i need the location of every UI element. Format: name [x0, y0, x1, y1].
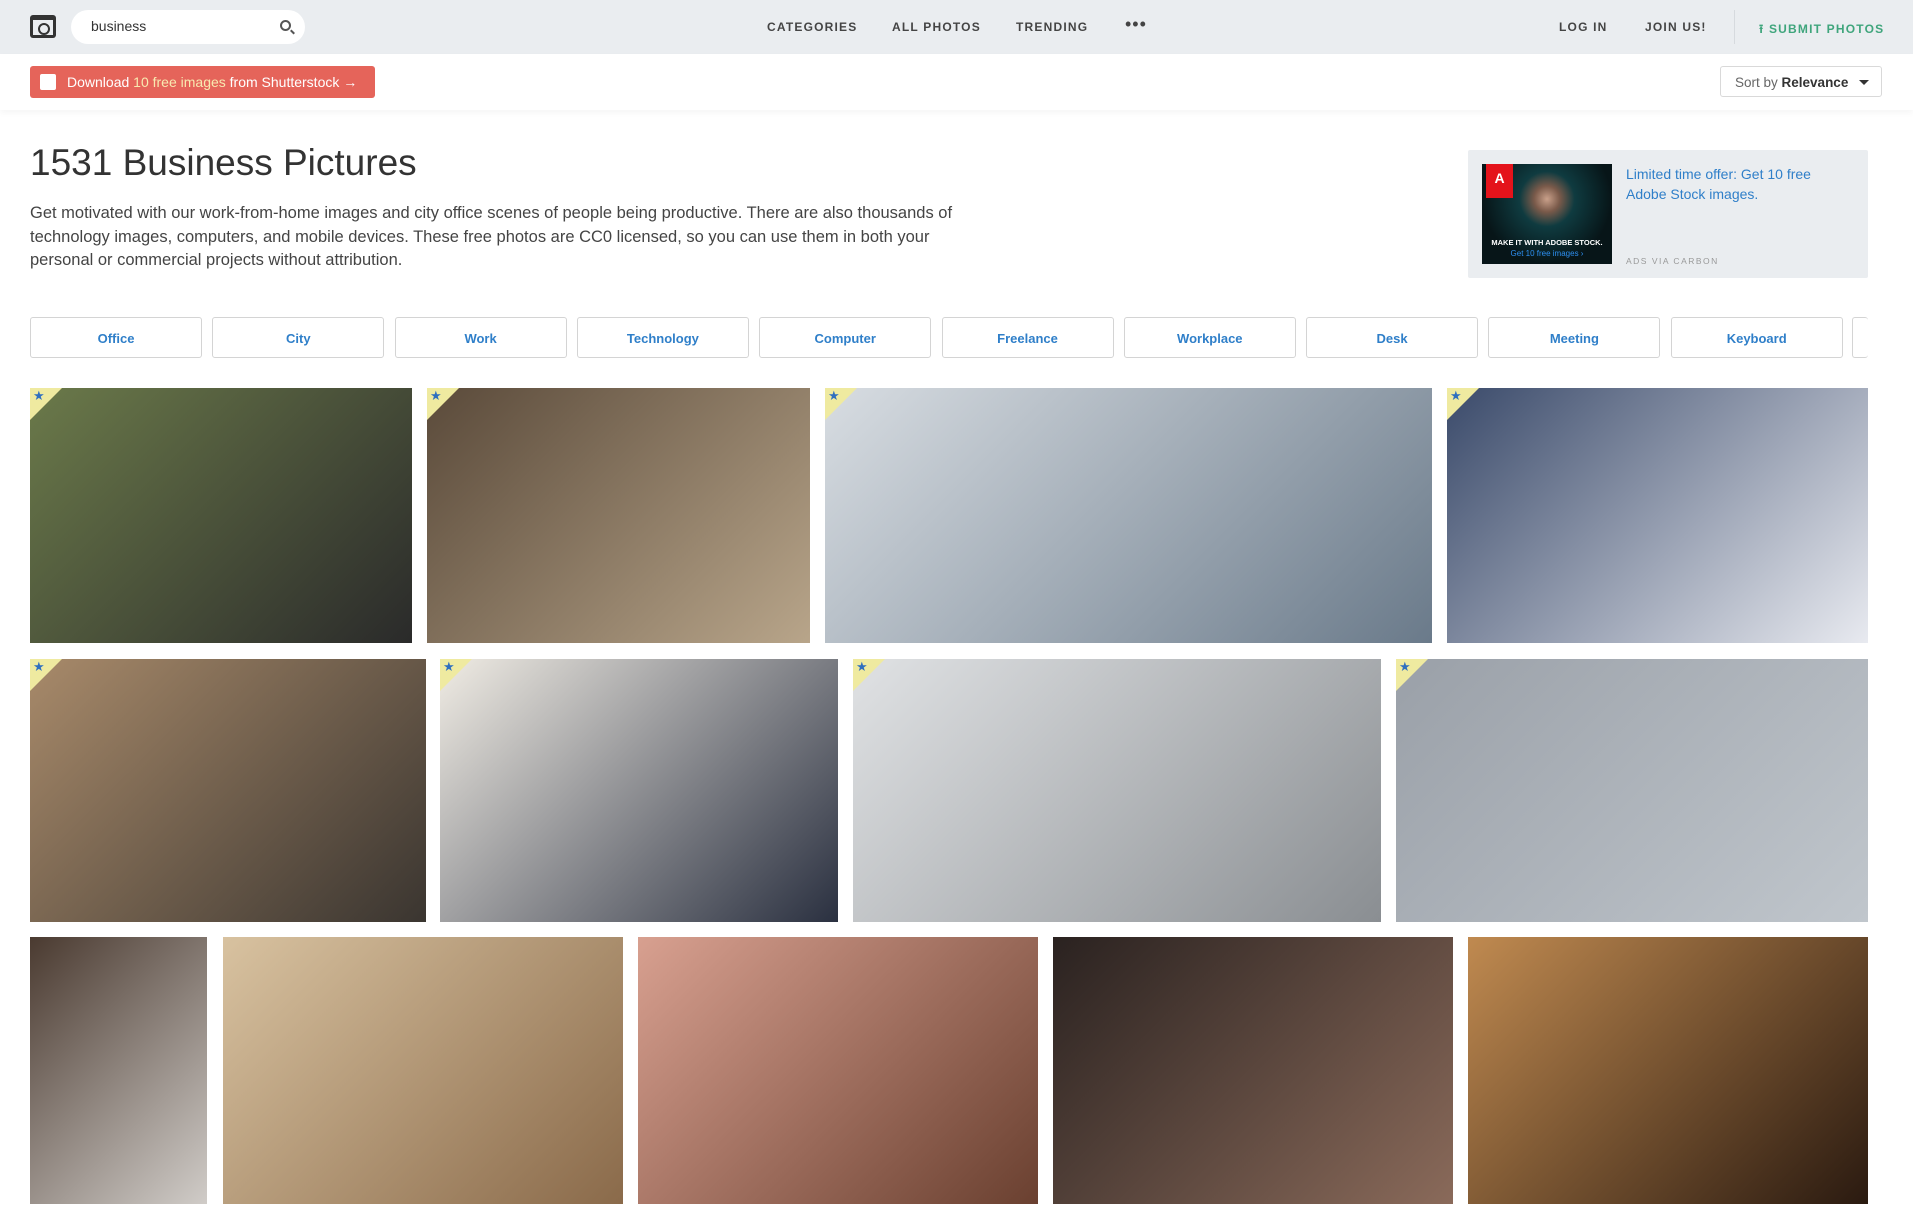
tag-technology[interactable]: Technology [576, 317, 749, 358]
camera-logo-icon[interactable] [30, 15, 56, 38]
featured-star-icon [440, 659, 472, 691]
sort-prefix: Sort by [1735, 75, 1782, 90]
ad-image[interactable]: A MAKE IT WITH ADOBE STOCK. Get 10 free … [1482, 164, 1612, 264]
photo-team-at-laptop[interactable] [825, 388, 1432, 643]
photo-handshake-city-overlay[interactable] [853, 659, 1381, 922]
photo-video-call-on-laptop[interactable] [30, 388, 412, 643]
ad-tagline: MAKE IT WITH ADOBE STOCK. [1491, 238, 1603, 247]
page-title: 1531 Business Pictures [30, 142, 417, 183]
tag-freelance[interactable]: Freelance [941, 317, 1114, 358]
photo-business-people-talking[interactable] [1447, 388, 1868, 643]
nav-all-photos[interactable]: ALL PHOTOS [892, 20, 981, 34]
featured-star-icon [427, 388, 459, 420]
photo-video-conference-laptop[interactable] [30, 659, 426, 922]
photo-woman-at-laptop[interactable] [223, 937, 623, 1204]
featured-star-icon [853, 659, 885, 691]
ad-text-link[interactable]: Limited time offer: Get 10 free Adobe St… [1626, 164, 1846, 204]
tag-work[interactable]: Work [394, 317, 567, 358]
featured-star-icon [825, 388, 857, 420]
promo-text-end: from Shutterstock → [225, 74, 358, 90]
nav-trending[interactable]: TRENDING [1016, 20, 1088, 34]
shutterstock-icon [40, 74, 56, 90]
join-link[interactable]: JOIN US! [1645, 20, 1707, 34]
login-link[interactable]: LOG IN [1559, 20, 1608, 34]
promo-highlight: 10 free images [133, 74, 226, 90]
nav-divider [1734, 10, 1735, 44]
photo-cafe-interior[interactable] [1468, 937, 1868, 1204]
photo-businessmen-with-tablet[interactable] [440, 659, 838, 922]
tag-partial[interactable] [1852, 317, 1868, 358]
submit-photos-link[interactable]: ⭱ SUBMIT PHOTOS [1759, 20, 1884, 41]
photo-people-with-magazine[interactable] [1053, 937, 1453, 1204]
promo-text: Download [67, 74, 134, 90]
top-nav: CATEGORIES ALL PHOTOS TRENDING ••• LOG I… [0, 0, 1913, 54]
page-description: Get motivated with our work-from-home im… [30, 204, 953, 269]
featured-star-icon [1447, 388, 1479, 420]
featured-star-icon [30, 659, 62, 691]
featured-star-icon [1396, 659, 1428, 691]
search-icon[interactable] [280, 20, 291, 31]
nav-categories[interactable]: CATEGORIES [767, 20, 857, 34]
search-box [71, 10, 305, 44]
carbon-ad[interactable]: A MAKE IT WITH ADOBE STOCK. Get 10 free … [1468, 150, 1868, 278]
more-menu-icon[interactable]: ••• [1125, 14, 1147, 35]
sort-value: Relevance [1781, 75, 1849, 90]
sub-toolbar: Download 10 free images from Shutterstoc… [0, 54, 1913, 110]
photo-overhead-meeting-table[interactable] [427, 388, 810, 643]
featured-star-icon [30, 388, 62, 420]
tag-keyboard[interactable]: Keyboard [1670, 317, 1843, 358]
tag-city[interactable]: City [212, 317, 385, 358]
photo-typing-on-laptop[interactable] [30, 937, 207, 1204]
photo-hands-stacked[interactable] [1396, 659, 1868, 922]
upload-icon: ⭱ [1759, 22, 1769, 36]
tag-meeting[interactable]: Meeting [1488, 317, 1661, 358]
ads-via-carbon[interactable]: ADS VIA CARBON [1626, 256, 1719, 266]
tag-workplace[interactable]: Workplace [1123, 317, 1296, 358]
shutterstock-promo-button[interactable]: Download 10 free images from Shutterstoc… [30, 66, 375, 98]
tag-desk[interactable]: Desk [1306, 317, 1479, 358]
sort-dropdown[interactable]: Sort by Relevance [1720, 66, 1882, 97]
tag-office[interactable]: Office [30, 317, 202, 358]
photo-wine-glass-on-table[interactable] [638, 937, 1038, 1204]
ad-cta: Get 10 free images › [1510, 249, 1584, 258]
search-input[interactable] [91, 18, 261, 34]
submit-label: SUBMIT PHOTOS [1768, 22, 1885, 36]
adobe-logo-icon: A [1486, 164, 1513, 198]
tag-computer[interactable]: Computer [759, 317, 932, 358]
caret-down-icon [1859, 80, 1869, 85]
